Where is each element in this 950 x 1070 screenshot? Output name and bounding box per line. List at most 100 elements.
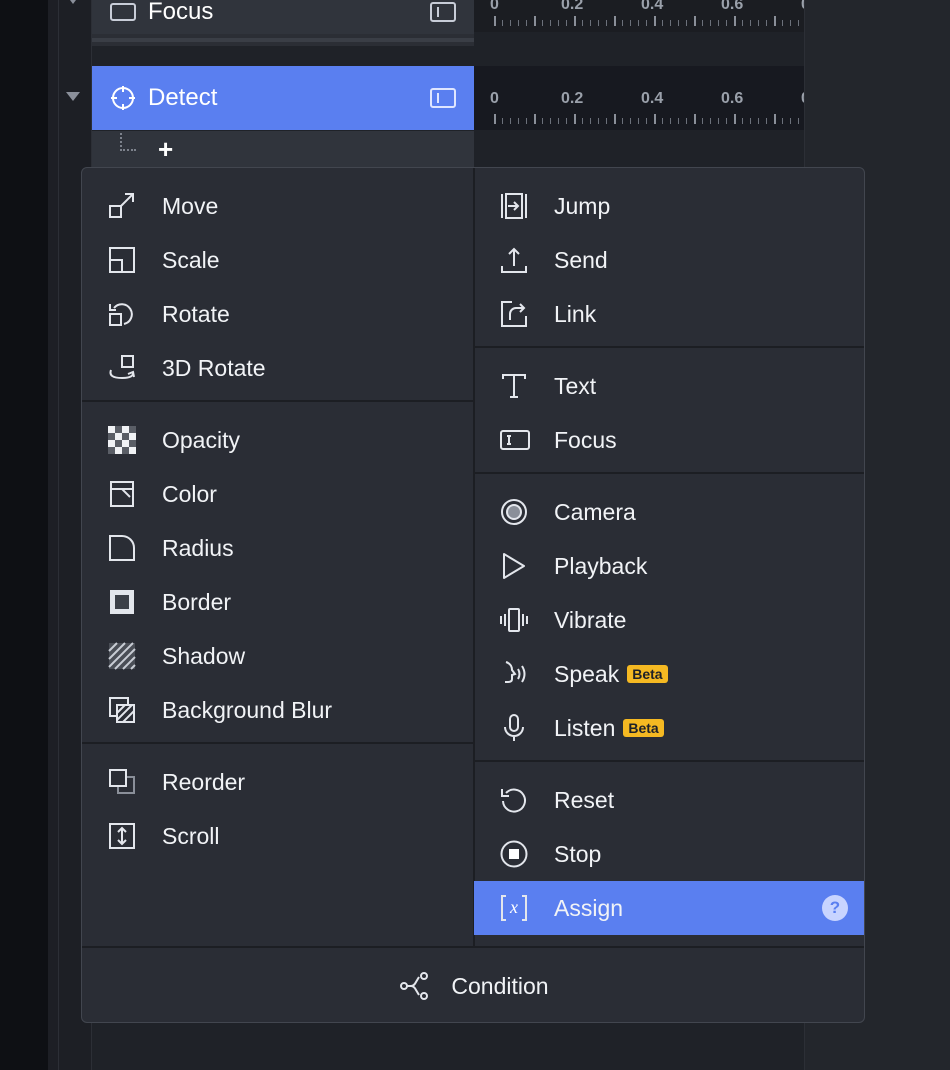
text-icon bbox=[500, 372, 528, 400]
ruler-ticks bbox=[494, 16, 804, 26]
collapse-arrow-icon[interactable] bbox=[66, 92, 80, 101]
menu-item-opacity[interactable]: Opacity bbox=[82, 413, 473, 467]
layer-row-detect[interactable]: Detect bbox=[92, 66, 474, 130]
menu-item-label: Listen bbox=[554, 714, 616, 741]
jump-icon bbox=[500, 192, 528, 220]
add-response-row[interactable]: + bbox=[92, 131, 474, 167]
tree-connector-icon bbox=[120, 133, 136, 151]
menu-divider bbox=[475, 346, 864, 348]
radius-icon bbox=[108, 534, 136, 562]
ruler-label: 0.2 bbox=[561, 0, 584, 13]
menu-item-background-blur[interactable]: Background Blur bbox=[82, 683, 473, 737]
menu-divider bbox=[475, 760, 864, 762]
menu-item-link[interactable]: Link bbox=[474, 287, 864, 341]
menu-item-label: Move bbox=[162, 192, 219, 219]
help-icon[interactable]: ? bbox=[822, 895, 848, 921]
add-button[interactable]: + bbox=[158, 134, 173, 165]
menu-item-stop[interactable]: Stop bbox=[474, 827, 864, 881]
menu-item-label: Assign bbox=[554, 894, 624, 921]
scale-icon bbox=[108, 246, 136, 274]
beta-badge: Beta bbox=[623, 719, 664, 737]
ruler-label: 0 bbox=[490, 0, 499, 13]
menu-item-reorder[interactable]: Reorder bbox=[82, 755, 473, 809]
menu-item-assign[interactable]: x Assign ? bbox=[474, 881, 864, 935]
menu-item-scale[interactable]: Scale bbox=[82, 233, 473, 287]
crosshair-icon bbox=[110, 85, 136, 111]
menu-divider bbox=[82, 742, 473, 744]
menu-item-label: Reset bbox=[554, 786, 615, 813]
menu-item-rotate[interactable]: Rotate bbox=[82, 287, 473, 341]
menu-item-label: Color bbox=[162, 480, 217, 507]
menu-item-3d-rotate[interactable]: 3D Rotate bbox=[82, 341, 473, 395]
menu-divider bbox=[82, 400, 473, 402]
menu-item-reset[interactable]: Reset bbox=[474, 773, 864, 827]
menu-item-label: Vibrate bbox=[554, 606, 627, 633]
menu-item-label: Focus bbox=[554, 426, 617, 453]
menu-item-listen[interactable]: Listen Beta bbox=[474, 701, 864, 755]
speak-icon bbox=[500, 660, 528, 688]
menu-item-shadow[interactable]: Shadow bbox=[82, 629, 473, 683]
trigger-badge-icon[interactable] bbox=[430, 2, 456, 22]
assign-icon: x bbox=[500, 894, 528, 922]
menu-item-scroll[interactable]: Scroll bbox=[82, 809, 473, 863]
ruler-label: 0 bbox=[801, 90, 804, 108]
trigger-badge-icon[interactable] bbox=[430, 88, 456, 108]
menu-item-label: Radius bbox=[162, 534, 234, 561]
menu-item-label: Reorder bbox=[162, 768, 246, 795]
playback-icon bbox=[500, 552, 528, 580]
background-blur-icon bbox=[108, 696, 136, 724]
beta-badge: Beta bbox=[627, 665, 668, 683]
condition-button[interactable]: Condition bbox=[82, 948, 864, 1022]
rotate-3d-icon bbox=[108, 354, 136, 382]
shadow-icon bbox=[108, 642, 136, 670]
ruler-label: 0.4 bbox=[641, 0, 664, 13]
layer-row-focus-track bbox=[92, 34, 474, 46]
menu-item-label: Send bbox=[554, 246, 608, 273]
focus-icon bbox=[110, 3, 136, 21]
menu-item-vibrate[interactable]: Vibrate bbox=[474, 593, 864, 647]
listen-icon bbox=[500, 714, 528, 742]
move-icon bbox=[108, 192, 136, 220]
response-menu: Move Scale Rotate 3D Rotate Opacity Colo… bbox=[81, 167, 865, 1023]
left-sidebar bbox=[0, 0, 48, 1070]
menu-divider bbox=[475, 472, 864, 474]
menu-item-label: Jump bbox=[554, 192, 611, 219]
condition-icon bbox=[399, 971, 429, 1001]
reset-icon bbox=[500, 786, 528, 814]
menu-item-label: Speak bbox=[554, 660, 620, 687]
menu-item-focus[interactable]: Focus bbox=[474, 413, 864, 467]
menu-item-move[interactable]: Move bbox=[82, 179, 473, 233]
menu-item-speak[interactable]: Speak Beta bbox=[474, 647, 864, 701]
menu-item-label: Rotate bbox=[162, 300, 230, 327]
menu-item-send[interactable]: Send bbox=[474, 233, 864, 287]
menu-item-jump[interactable]: Jump bbox=[474, 179, 864, 233]
layer-name: Detect bbox=[148, 84, 218, 111]
ruler-label: 0 bbox=[490, 90, 499, 107]
menu-item-label: Scale bbox=[162, 246, 220, 273]
menu-item-border[interactable]: Border bbox=[82, 575, 473, 629]
divider bbox=[58, 0, 59, 1070]
menu-item-label: Link bbox=[554, 300, 597, 327]
menu-item-text[interactable]: Text bbox=[474, 359, 864, 413]
border-icon bbox=[108, 588, 136, 616]
ruler-ticks bbox=[494, 114, 804, 124]
send-icon bbox=[500, 246, 528, 274]
menu-item-label: Scroll bbox=[162, 822, 220, 849]
timeline-ruler: 0 0.2 0.4 0.6 0 bbox=[474, 0, 804, 32]
menu-item-camera[interactable]: Camera bbox=[474, 485, 864, 539]
menu-item-color[interactable]: Color bbox=[82, 467, 473, 521]
condition-label: Condition bbox=[451, 972, 549, 999]
menu-item-label: Opacity bbox=[162, 426, 240, 453]
ruler-label: 0.2 bbox=[561, 90, 584, 107]
menu-item-playback[interactable]: Playback bbox=[474, 539, 864, 593]
reorder-icon bbox=[108, 768, 136, 796]
menu-item-label: Playback bbox=[554, 552, 648, 579]
ruler-label: 0.4 bbox=[641, 90, 664, 107]
scroll-icon bbox=[108, 822, 136, 850]
timeline-ruler: 0 0.2 0.4 0.6 0 bbox=[474, 66, 804, 130]
expand-arrow-icon[interactable] bbox=[67, 0, 79, 4]
menu-item-radius[interactable]: Radius bbox=[82, 521, 473, 575]
color-icon bbox=[108, 480, 136, 508]
menu-item-label: Stop bbox=[554, 840, 602, 867]
layer-row-focus[interactable]: Focus bbox=[92, 0, 474, 34]
